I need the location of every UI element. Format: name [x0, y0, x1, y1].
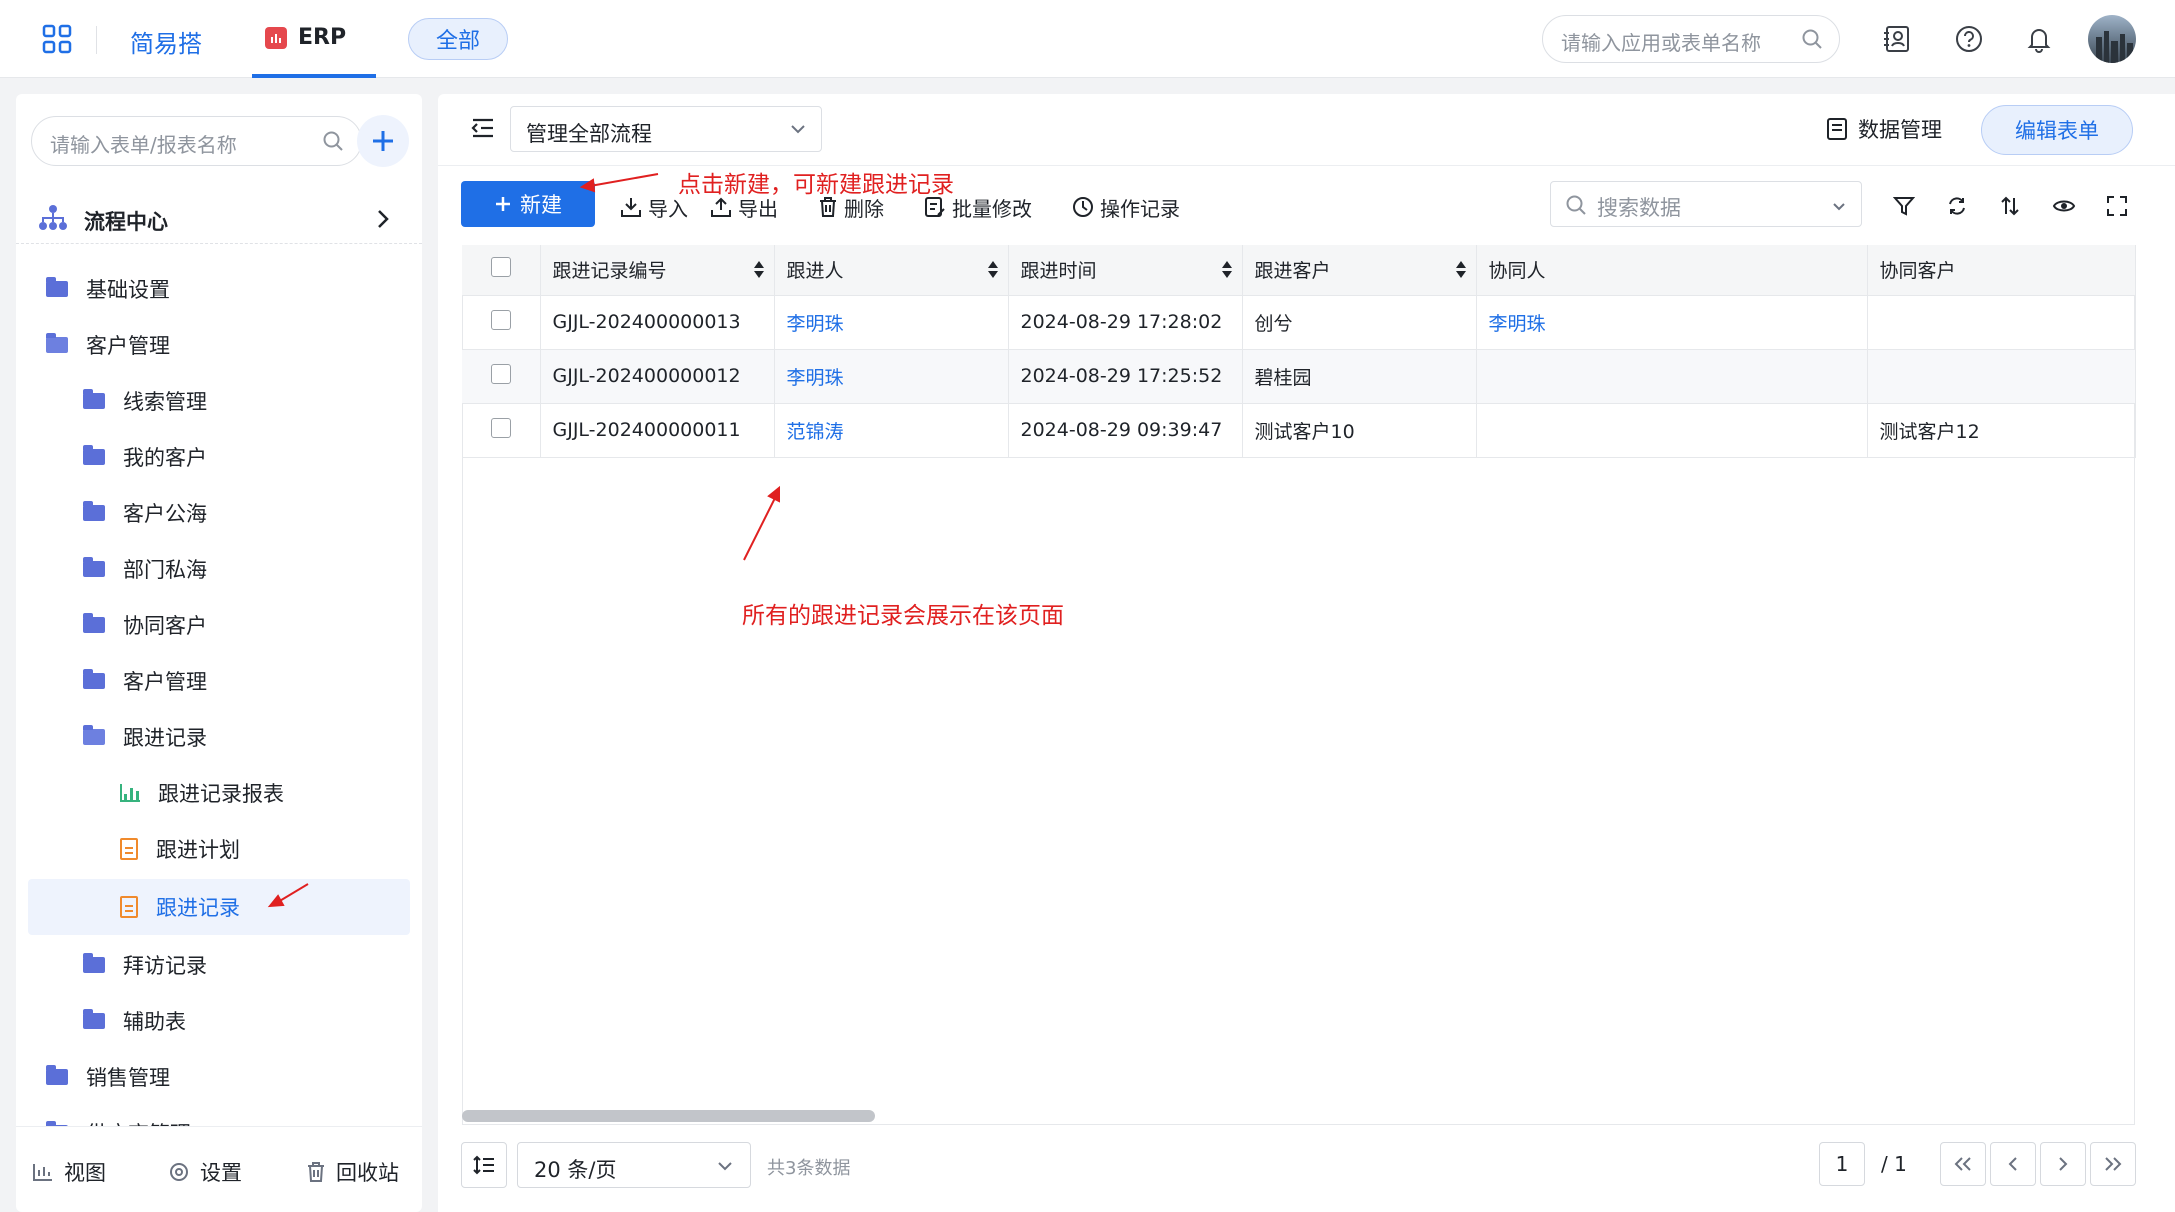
next-page-button[interactable] — [2040, 1142, 2086, 1186]
page-size-select[interactable]: 20 条/页 — [517, 1142, 751, 1188]
prev-page-button[interactable] — [1990, 1142, 2036, 1186]
double-chevron-right-icon — [2105, 1157, 2122, 1171]
line-height-icon — [473, 1155, 494, 1175]
row-density-button[interactable] — [461, 1142, 507, 1188]
chevron-down-icon — [716, 1158, 734, 1177]
chevron-right-icon — [2059, 1157, 2068, 1171]
total-pages: / 1 — [1881, 1152, 1907, 1176]
last-page-button[interactable] — [2090, 1142, 2136, 1186]
chevron-left-icon — [2008, 1157, 2017, 1171]
current-page-input[interactable]: 1 — [1819, 1142, 1865, 1186]
first-page-button[interactable] — [1940, 1142, 1986, 1186]
annotation-arrows — [267, 173, 780, 908]
total-count: 共3条数据 — [767, 1158, 851, 1179]
page-size-value: 20 条/页 — [534, 1158, 617, 1182]
double-chevron-left-icon — [1954, 1157, 1971, 1171]
